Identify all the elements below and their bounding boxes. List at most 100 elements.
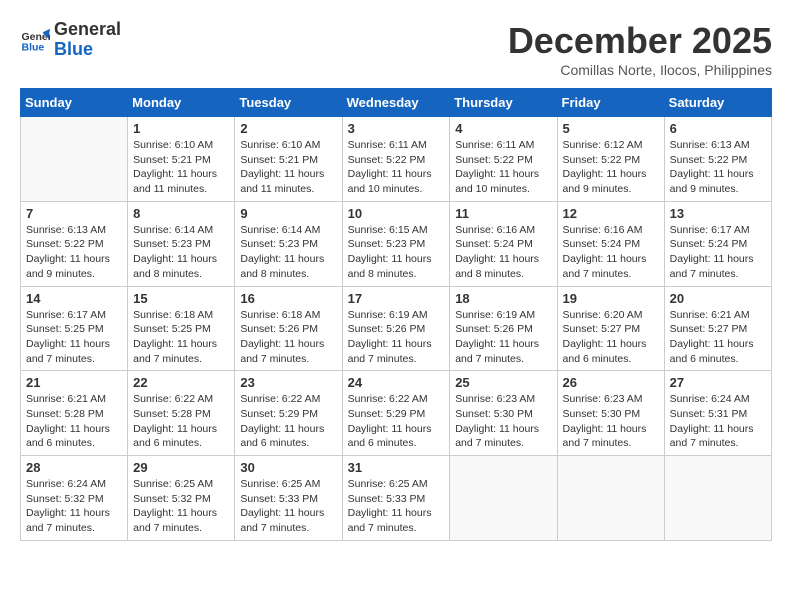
calendar-cell: 11 Sunrise: 6:16 AMSunset: 5:24 PMDayligh…: [450, 201, 557, 286]
day-number: 1: [133, 121, 229, 136]
day-info: Sunrise: 6:19 AMSunset: 5:26 PMDaylight:…: [455, 308, 551, 367]
day-info: Sunrise: 6:14 AMSunset: 5:23 PMDaylight:…: [133, 223, 229, 282]
calendar: SundayMondayTuesdayWednesdayThursdayFrid…: [20, 88, 772, 541]
day-info: Sunrise: 6:20 AMSunset: 5:27 PMDaylight:…: [563, 308, 659, 367]
day-info: Sunrise: 6:22 AMSunset: 5:28 PMDaylight:…: [133, 392, 229, 451]
day-number: 22: [133, 375, 229, 390]
svg-text:Blue: Blue: [22, 41, 45, 53]
day-number: 27: [670, 375, 766, 390]
day-number: 11: [455, 206, 551, 221]
weekday-header-wednesday: Wednesday: [342, 89, 450, 117]
page-header: General Blue GeneralBlue December 2025 C…: [20, 20, 772, 78]
calendar-cell: 21 Sunrise: 6:21 AMSunset: 5:28 PMDayligh…: [21, 371, 128, 456]
logo: General Blue GeneralBlue: [20, 20, 121, 60]
calendar-cell: 6 Sunrise: 6:13 AMSunset: 5:22 PMDaylight…: [664, 117, 771, 202]
calendar-cell: 20Sunrise: 6:21 AMSunset: 5:27 PMDayligh…: [664, 286, 771, 371]
week-row-3: 21 Sunrise: 6:21 AMSunset: 5:28 PMDayligh…: [21, 371, 772, 456]
calendar-cell: 14 Sunrise: 6:17 AMSunset: 5:25 PMDayligh…: [21, 286, 128, 371]
calendar-cell: 3Sunrise: 6:11 AMSunset: 5:22 PMDaylight…: [342, 117, 450, 202]
day-number: 24: [348, 375, 445, 390]
day-number: 15: [133, 291, 229, 306]
calendar-cell: 7Sunrise: 6:13 AMSunset: 5:22 PMDaylight…: [21, 201, 128, 286]
weekday-header-sunday: Sunday: [21, 89, 128, 117]
day-info: Sunrise: 6:22 AMSunset: 5:29 PMDaylight:…: [240, 392, 336, 451]
calendar-cell: 29 Sunrise: 6:25 AMSunset: 5:32 PMDayligh…: [128, 456, 235, 541]
calendar-cell: 10 Sunrise: 6:15 AMSunset: 5:23 PMDayligh…: [342, 201, 450, 286]
day-info: Sunrise: 6:22 AMSunset: 5:29 PMDaylight:…: [348, 392, 445, 451]
calendar-cell: 25 Sunrise: 6:23 AMSunset: 5:30 PMDayligh…: [450, 371, 557, 456]
calendar-cell: 26 Sunrise: 6:23 AMSunset: 5:30 PMDayligh…: [557, 371, 664, 456]
day-number: 28: [26, 460, 122, 475]
day-number: 25: [455, 375, 551, 390]
week-row-4: 28 Sunrise: 6:24 AMSunset: 5:32 PMDayligh…: [21, 456, 772, 541]
day-info: Sunrise: 6:15 AMSunset: 5:23 PMDaylight:…: [348, 223, 445, 282]
day-number: 6: [670, 121, 766, 136]
calendar-cell: 12 Sunrise: 6:16 AMSunset: 5:24 PMDayligh…: [557, 201, 664, 286]
day-info: Sunrise: 6:25 AMSunset: 5:32 PMDaylight:…: [133, 477, 229, 536]
day-number: 14: [26, 291, 122, 306]
day-number: 12: [563, 206, 659, 221]
calendar-cell: 16Sunrise: 6:18 AMSunset: 5:26 PMDayligh…: [235, 286, 342, 371]
day-number: 5: [563, 121, 659, 136]
calendar-cell: [557, 456, 664, 541]
weekday-header-thursday: Thursday: [450, 89, 557, 117]
logo-icon: General Blue: [20, 25, 50, 55]
day-number: 7: [26, 206, 122, 221]
location: Comillas Norte, Ilocos, Philippines: [508, 62, 772, 78]
calendar-cell: 19 Sunrise: 6:20 AMSunset: 5:27 PMDayligh…: [557, 286, 664, 371]
day-info: Sunrise: 6:10 AMSunset: 5:21 PMDaylight:…: [133, 138, 229, 197]
calendar-cell: 8Sunrise: 6:14 AMSunset: 5:23 PMDaylight…: [128, 201, 235, 286]
calendar-cell: [21, 117, 128, 202]
weekday-header-friday: Friday: [557, 89, 664, 117]
day-info: Sunrise: 6:25 AMSunset: 5:33 PMDaylight:…: [348, 477, 445, 536]
calendar-cell: 28 Sunrise: 6:24 AMSunset: 5:32 PMDayligh…: [21, 456, 128, 541]
calendar-cell: 17Sunrise: 6:19 AMSunset: 5:26 PMDayligh…: [342, 286, 450, 371]
day-number: 2: [240, 121, 336, 136]
day-info: Sunrise: 6:13 AMSunset: 5:22 PMDaylight:…: [670, 138, 766, 197]
calendar-cell: 18Sunrise: 6:19 AMSunset: 5:26 PMDayligh…: [450, 286, 557, 371]
day-number: 30: [240, 460, 336, 475]
calendar-cell: 9 Sunrise: 6:14 AMSunset: 5:23 PMDaylight…: [235, 201, 342, 286]
day-info: Sunrise: 6:25 AMSunset: 5:33 PMDaylight:…: [240, 477, 336, 536]
day-info: Sunrise: 6:16 AMSunset: 5:24 PMDaylight:…: [455, 223, 551, 282]
day-number: 29: [133, 460, 229, 475]
day-info: Sunrise: 6:23 AMSunset: 5:30 PMDaylight:…: [455, 392, 551, 451]
day-number: 23: [240, 375, 336, 390]
day-number: 13: [670, 206, 766, 221]
weekday-header-monday: Monday: [128, 89, 235, 117]
calendar-cell: 15Sunrise: 6:18 AMSunset: 5:25 PMDayligh…: [128, 286, 235, 371]
day-number: 16: [240, 291, 336, 306]
day-info: Sunrise: 6:14 AMSunset: 5:23 PMDaylight:…: [240, 223, 336, 282]
day-info: Sunrise: 6:17 AMSunset: 5:24 PMDaylight:…: [670, 223, 766, 282]
day-number: 10: [348, 206, 445, 221]
calendar-cell: 23 Sunrise: 6:22 AMSunset: 5:29 PMDayligh…: [235, 371, 342, 456]
day-info: Sunrise: 6:24 AMSunset: 5:32 PMDaylight:…: [26, 477, 122, 536]
week-row-2: 14 Sunrise: 6:17 AMSunset: 5:25 PMDayligh…: [21, 286, 772, 371]
calendar-cell: 30 Sunrise: 6:25 AMSunset: 5:33 PMDayligh…: [235, 456, 342, 541]
calendar-cell: 4 Sunrise: 6:11 AMSunset: 5:22 PMDaylight…: [450, 117, 557, 202]
calendar-cell: [450, 456, 557, 541]
day-number: 26: [563, 375, 659, 390]
day-info: Sunrise: 6:11 AMSunset: 5:22 PMDaylight:…: [348, 138, 445, 197]
calendar-cell: 27 Sunrise: 6:24 AMSunset: 5:31 PMDayligh…: [664, 371, 771, 456]
day-info: Sunrise: 6:17 AMSunset: 5:25 PMDaylight:…: [26, 308, 122, 367]
calendar-cell: [664, 456, 771, 541]
day-number: 4: [455, 121, 551, 136]
calendar-cell: 2 Sunrise: 6:10 AMSunset: 5:21 PMDaylight…: [235, 117, 342, 202]
day-info: Sunrise: 6:19 AMSunset: 5:26 PMDaylight:…: [348, 308, 445, 367]
week-row-1: 7Sunrise: 6:13 AMSunset: 5:22 PMDaylight…: [21, 201, 772, 286]
month-title: December 2025: [508, 20, 772, 62]
day-number: 21: [26, 375, 122, 390]
day-info: Sunrise: 6:16 AMSunset: 5:24 PMDaylight:…: [563, 223, 659, 282]
weekday-header-row: SundayMondayTuesdayWednesdayThursdayFrid…: [21, 89, 772, 117]
day-info: Sunrise: 6:23 AMSunset: 5:30 PMDaylight:…: [563, 392, 659, 451]
day-number: 19: [563, 291, 659, 306]
weekday-header-tuesday: Tuesday: [235, 89, 342, 117]
day-info: Sunrise: 6:24 AMSunset: 5:31 PMDaylight:…: [670, 392, 766, 451]
day-info: Sunrise: 6:10 AMSunset: 5:21 PMDaylight:…: [240, 138, 336, 197]
day-info: Sunrise: 6:21 AMSunset: 5:28 PMDaylight:…: [26, 392, 122, 451]
day-number: 9: [240, 206, 336, 221]
title-section: December 2025 Comillas Norte, Ilocos, Ph…: [508, 20, 772, 78]
week-row-0: 1 Sunrise: 6:10 AMSunset: 5:21 PMDaylight…: [21, 117, 772, 202]
day-info: Sunrise: 6:11 AMSunset: 5:22 PMDaylight:…: [455, 138, 551, 197]
